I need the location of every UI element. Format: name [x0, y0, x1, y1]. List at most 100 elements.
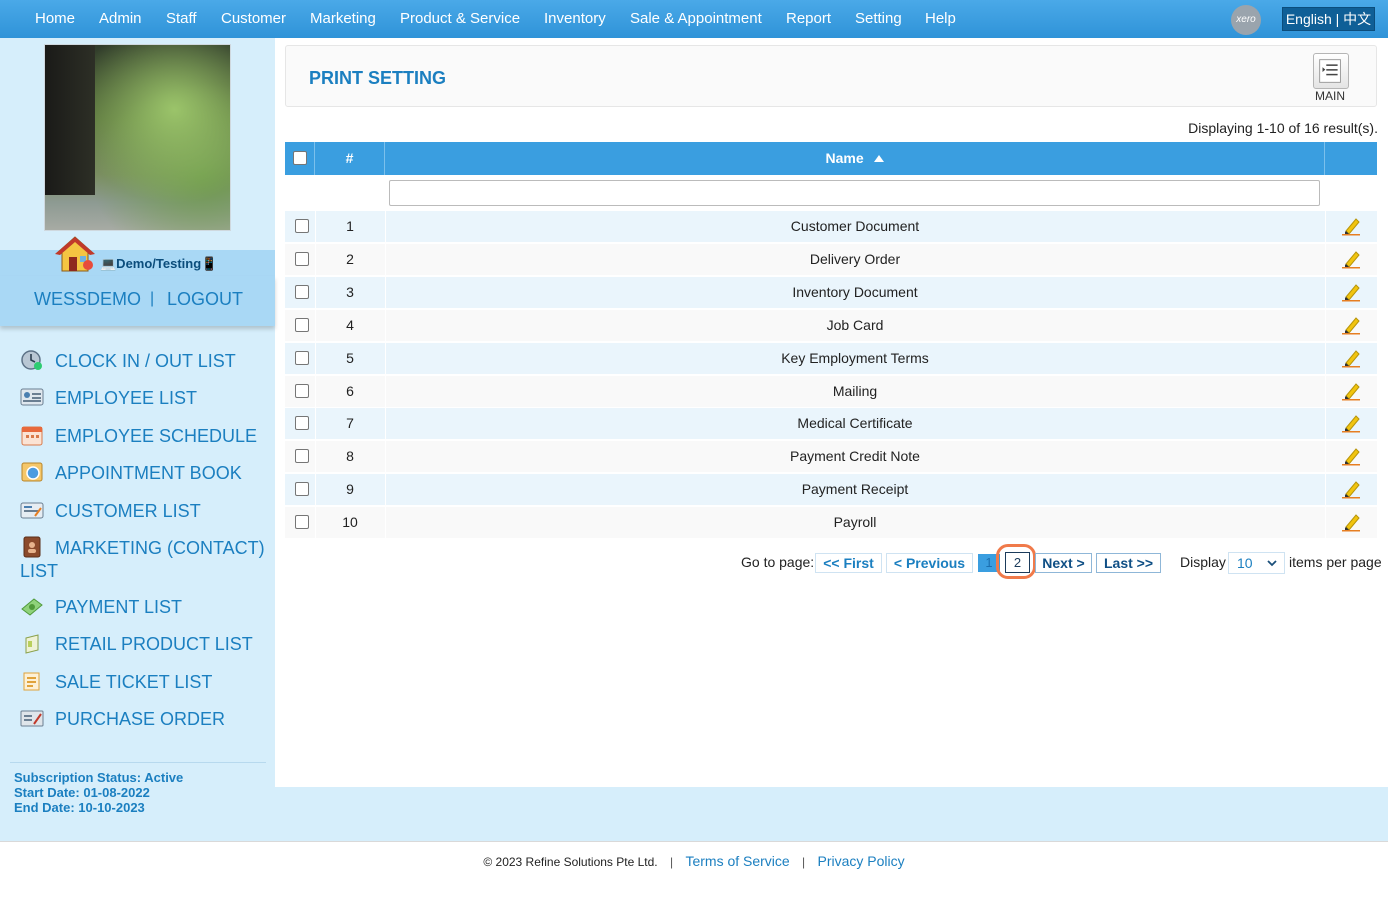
menu-sale-ticket-list[interactable]: SALE TICKET LIST: [20, 670, 270, 694]
house-icon[interactable]: [54, 235, 96, 273]
row-checkbox[interactable]: [295, 252, 309, 266]
chevron-down-icon: [1267, 560, 1277, 567]
edit-pencil-icon[interactable]: [1341, 479, 1361, 499]
nav-admin[interactable]: Admin: [99, 0, 142, 38]
row-checkbox[interactable]: [295, 285, 309, 299]
xero-logo[interactable]: xero: [1231, 5, 1261, 35]
row-number: 5: [346, 350, 354, 366]
nav-customer[interactable]: Customer: [221, 0, 286, 38]
terms-of-service-link[interactable]: Terms of Service: [685, 853, 789, 869]
edit-pencil-icon[interactable]: [1341, 446, 1361, 466]
menu-purchase-order[interactable]: PURCHASE ORDER: [20, 707, 270, 731]
lang-english[interactable]: English: [1286, 11, 1332, 27]
menu-employee-list[interactable]: EMPLOYEE LIST: [20, 386, 270, 410]
header-select-all-cell: [285, 142, 315, 175]
row-name: Payment Receipt: [801, 481, 909, 497]
menu-appointment-book[interactable]: APPOINTMENT BOOK: [20, 461, 270, 485]
privacy-policy-link[interactable]: Privacy Policy: [818, 853, 905, 869]
pager-first-button[interactable]: << First: [815, 553, 882, 573]
row-number: 7: [346, 415, 354, 431]
menu-label: MARKETING (CONTACT) LIST: [20, 538, 265, 581]
pager-next-button[interactable]: Next >: [1035, 553, 1092, 573]
nav-marketing[interactable]: Marketing: [310, 0, 376, 38]
logout-link[interactable]: LOGOUT: [167, 289, 243, 310]
main-button-label: MAIN: [1315, 89, 1345, 103]
pager-last-button[interactable]: Last >>: [1096, 553, 1161, 573]
row-checkbox[interactable]: [295, 318, 309, 332]
nav-help[interactable]: Help: [925, 0, 956, 38]
row-checkbox[interactable]: [295, 449, 309, 463]
edit-pencil-icon[interactable]: [1341, 249, 1361, 269]
subscription-start-date: Start Date: 01-08-2022: [14, 785, 150, 800]
lang-chinese[interactable]: 中文: [1343, 11, 1371, 27]
items-per-page-select[interactable]: 10: [1228, 552, 1285, 574]
row-checkbox[interactable]: [295, 416, 309, 430]
nav-staff[interactable]: Staff: [166, 0, 197, 38]
row-name: Mailing: [832, 383, 878, 399]
nav-setting[interactable]: Setting: [855, 0, 902, 38]
table-row: 4 Job Card: [285, 310, 1377, 341]
header-name[interactable]: Name: [385, 142, 1325, 175]
copyright-text: © 2023 Refine Solutions Pte Ltd.: [483, 855, 658, 869]
select-all-checkbox[interactable]: [293, 151, 307, 165]
result-count: Displaying 1-10 of 16 result(s).: [1188, 120, 1378, 136]
content-bottom-band: [275, 787, 1388, 841]
items-per-page-label: items per page: [1289, 554, 1382, 570]
row-name: Delivery Order: [809, 251, 901, 267]
menu-employee-schedule[interactable]: EMPLOYEE SCHEDULE: [20, 424, 270, 448]
row-checkbox[interactable]: [295, 351, 309, 365]
subscription-divider: [10, 762, 266, 763]
header-number[interactable]: #: [315, 142, 385, 175]
footer-separator: |: [802, 855, 806, 869]
nav-product-service[interactable]: Product & Service: [400, 0, 520, 38]
edit-pencil-icon[interactable]: [1341, 381, 1361, 401]
name-filter-input[interactable]: [389, 180, 1320, 206]
edit-pencil-icon[interactable]: [1341, 413, 1361, 433]
menu-marketing-contact-list[interactable]: MARKETING (CONTACT) LIST: [20, 536, 270, 583]
table-row: 5 Key Employment Terms: [285, 343, 1377, 374]
menu-retail-product-list[interactable]: RETAIL PRODUCT LIST: [20, 632, 270, 656]
row-name: Payment Credit Note: [790, 448, 920, 464]
menu-label: CUSTOMER LIST: [55, 501, 201, 521]
nav-inventory[interactable]: Inventory: [544, 0, 606, 38]
row-checkbox[interactable]: [295, 515, 309, 529]
menu-clock-in-out-list[interactable]: CLOCK IN / OUT LIST: [20, 349, 270, 373]
row-number: 8: [346, 448, 354, 464]
clock-icon: [21, 350, 42, 370]
main-button[interactable]: [1313, 53, 1349, 89]
row-number: 10: [342, 514, 358, 530]
menu-payment-list[interactable]: PAYMENT LIST: [20, 595, 270, 619]
row-number: 4: [346, 317, 354, 333]
row-number: 3: [346, 284, 354, 300]
edit-pencil-icon[interactable]: [1341, 315, 1361, 335]
table-row: 3 Inventory Document: [285, 277, 1377, 308]
pager-page-2-button[interactable]: 2: [1005, 552, 1030, 573]
menu-label: RETAIL PRODUCT LIST: [55, 634, 253, 654]
username-link[interactable]: WESSDEMO: [34, 289, 141, 310]
edit-pencil-icon[interactable]: [1341, 348, 1361, 368]
table-row: 6 Mailing: [285, 376, 1377, 407]
edit-pencil-icon[interactable]: [1341, 512, 1361, 532]
list-icon: [1319, 59, 1341, 83]
table-row: 10 Payroll: [285, 507, 1377, 538]
menu-label: EMPLOYEE SCHEDULE: [55, 426, 258, 446]
book-icon: [21, 462, 43, 482]
row-name: Job Card: [826, 317, 884, 333]
nav-sale-appointment[interactable]: Sale & Appointment: [630, 0, 762, 38]
edit-pencil-icon[interactable]: [1341, 216, 1361, 236]
menu-label: EMPLOYEE LIST: [55, 388, 198, 408]
row-number: 1: [346, 218, 354, 234]
menu-label: PURCHASE ORDER: [55, 709, 226, 729]
footer-separator: |: [669, 855, 674, 869]
table-row: 7 Medical Certificate: [285, 408, 1377, 439]
row-checkbox[interactable]: [295, 219, 309, 233]
nav-report[interactable]: Report: [786, 0, 831, 38]
edit-pencil-icon[interactable]: [1341, 282, 1361, 302]
row-checkbox[interactable]: [295, 384, 309, 398]
row-name: Payroll: [833, 514, 877, 530]
menu-customer-list[interactable]: CUSTOMER LIST: [20, 499, 270, 523]
nav-home[interactable]: Home: [35, 0, 75, 38]
row-checkbox[interactable]: [295, 482, 309, 496]
pager-previous-button[interactable]: < Previous: [886, 553, 973, 573]
calendar-icon: [21, 426, 43, 446]
